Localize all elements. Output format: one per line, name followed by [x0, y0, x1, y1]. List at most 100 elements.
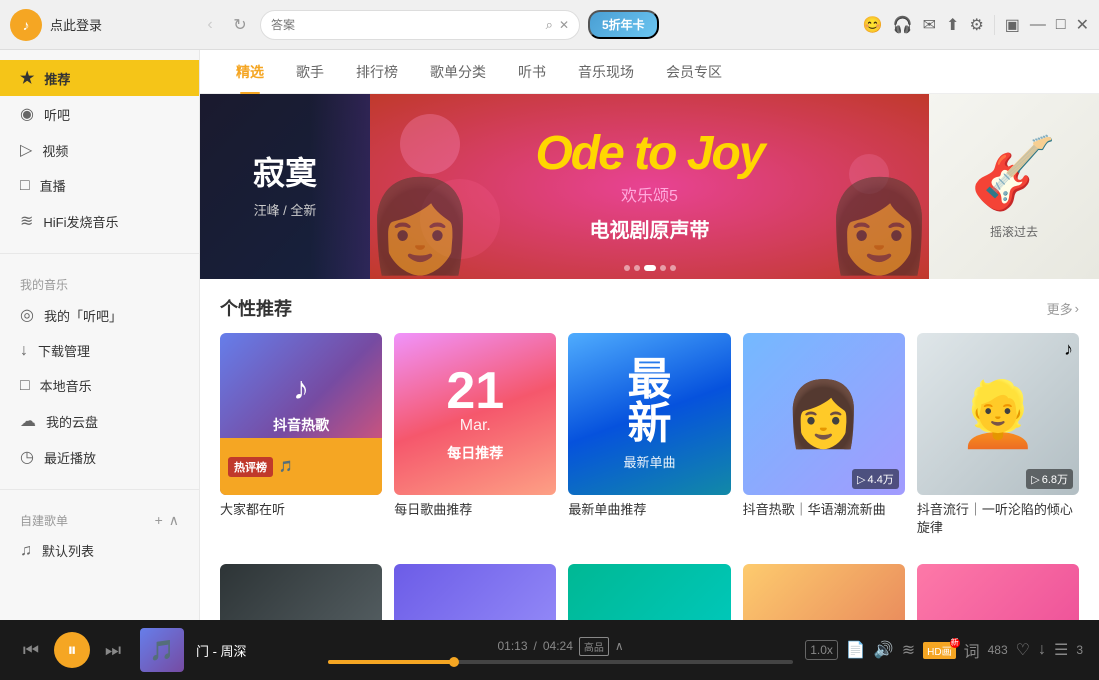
- more-link[interactable]: 更多 ›: [1047, 299, 1079, 318]
- quality-badge[interactable]: 高品: [579, 637, 609, 656]
- scroll-content: 寂寞 汪峰 / 全新 Ode to Joy 欢乐颂5 电视剧原声带: [200, 94, 1099, 620]
- sidebar-item-local[interactable]: □ 本地音乐: [0, 368, 199, 403]
- daily-date: 21: [446, 365, 504, 417]
- mail-icon[interactable]: ✉: [923, 15, 936, 35]
- words-icon[interactable]: 词: [964, 638, 980, 662]
- card-10[interactable]: 🎸: [917, 564, 1079, 620]
- sidebar-item-hifi[interactable]: ≋ HiFi发烧音乐: [0, 203, 199, 239]
- vip-badge[interactable]: 5折年卡: [588, 10, 659, 39]
- search-bar: ⌕ ✕: [260, 10, 580, 40]
- back-button[interactable]: ‹: [198, 13, 222, 37]
- miniplayer-icon[interactable]: ▣: [1005, 15, 1020, 35]
- sidebar-item-video[interactable]: ▷ 视频: [0, 132, 199, 168]
- dot-5: [670, 265, 676, 271]
- playlist-actions: + ∧: [155, 512, 179, 529]
- card-image-5: 👱 ▷ 6.8万 ♪: [917, 333, 1079, 495]
- card-8[interactable]: ▶: [568, 564, 730, 620]
- tab-audiobooks[interactable]: 听书: [502, 50, 562, 94]
- time-info: 01:13 / 04:24 高品 ∧: [328, 637, 793, 656]
- equalizer-icon[interactable]: ≋: [902, 640, 915, 660]
- tab-featured[interactable]: 精选: [220, 50, 280, 94]
- song-info: 门 - 周深: [196, 641, 316, 660]
- minimize-icon[interactable]: —: [1030, 16, 1046, 34]
- song-thumbnail[interactable]: 🎵: [140, 628, 184, 672]
- second-row-section: 🎵 🎶 ▶ 🎤: [200, 548, 1099, 620]
- share-icon[interactable]: ⬆: [946, 15, 959, 35]
- prev-button[interactable]: ⏮: [16, 635, 46, 665]
- play-count-5: ▷ 6.8万: [1026, 469, 1073, 489]
- like-icon[interactable]: ♡: [1016, 640, 1030, 660]
- banner-left-title: 寂寞: [253, 154, 317, 192]
- card-popular[interactable]: 👩 ▷ 4.4万 抖音热歌｜华语潮流新曲: [743, 333, 905, 538]
- download-btn-icon[interactable]: ↓: [1038, 641, 1046, 659]
- list-icon: ♫: [20, 542, 32, 560]
- banner-right-label: 摇滚过去: [990, 223, 1038, 240]
- tab-vip[interactable]: 会员专区: [650, 50, 738, 94]
- close-icon[interactable]: ✕: [1076, 15, 1089, 35]
- sidebar-label-recent: 最近播放: [44, 448, 96, 467]
- main-nav-section: ★ 推荐 ◉ 听吧 ▷ 视频 □ 直播 ≋ HiFi发烧音乐: [0, 50, 199, 249]
- playlist-icon[interactable]: ☰: [1054, 640, 1068, 660]
- headphone-icon[interactable]: 🎧: [893, 15, 913, 35]
- card-7-icon: 🎶: [394, 564, 556, 620]
- video-icon: ▷: [20, 140, 32, 160]
- card-6[interactable]: 🎵: [220, 564, 382, 620]
- card-image-2: 21 Mar. 每日推荐: [394, 333, 556, 495]
- tab-playlists[interactable]: 歌单分类: [414, 50, 502, 94]
- dot-4: [660, 265, 666, 271]
- personal-section: 个性推荐 更多 › ♪ 抖音热歌 一键随心听: [200, 279, 1099, 548]
- banner-right[interactable]: 🎸 摇滚过去: [929, 94, 1099, 279]
- card-new-single[interactable]: 最 新 最新单曲 最新单曲推荐: [568, 333, 730, 538]
- maximize-icon[interactable]: □: [1056, 16, 1066, 34]
- login-text[interactable]: 点此登录: [50, 15, 102, 34]
- top-icons: 😊 🎧 ✉ ⬆ ⚙ ▣ — □ ✕: [863, 15, 1089, 35]
- card-trending[interactable]: 👱 ▷ 6.8万 ♪ 抖音流行｜一听沦陷的倾心旋律: [917, 333, 1079, 538]
- card-9[interactable]: 🎤: [743, 564, 905, 620]
- hifi-badge[interactable]: HD画 新: [923, 642, 955, 659]
- next-button[interactable]: ⏭: [98, 635, 128, 665]
- pause-button[interactable]: ⏸: [54, 632, 90, 668]
- sidebar-label-live: 直播: [40, 176, 66, 195]
- sidebar-item-download[interactable]: ↓ 下载管理: [0, 333, 199, 368]
- settings-icon[interactable]: ⚙: [969, 15, 983, 35]
- tiktok-text: 抖音热歌: [273, 415, 329, 435]
- banner-right-content: 🎸 摇滚过去: [970, 133, 1057, 240]
- sidebar-label-hifi: HiFi发烧音乐: [43, 212, 118, 231]
- card-image-10: 🎸: [917, 564, 1079, 620]
- banner-left[interactable]: 寂寞 汪峰 / 全新: [200, 94, 370, 279]
- dot-3: [644, 265, 656, 271]
- sidebar-item-live[interactable]: □ 直播: [0, 168, 199, 203]
- tab-live[interactable]: 音乐现场: [562, 50, 650, 94]
- sidebar-item-podcast[interactable]: ◉ 听吧: [0, 96, 199, 132]
- banner-center[interactable]: Ode to Joy 欢乐颂5 电视剧原声带 👩 👩: [370, 94, 929, 279]
- user-icon[interactable]: 😊: [863, 15, 883, 35]
- add-playlist-icon[interactable]: +: [155, 512, 163, 529]
- search-input[interactable]: [271, 18, 540, 32]
- card-label-5: 抖音流行｜一听沦陷的倾心旋律: [917, 501, 1079, 537]
- sidebar-item-recent[interactable]: ◷ 最近播放: [0, 439, 199, 475]
- sidebar-item-default-list[interactable]: ♫ 默认列表: [0, 533, 199, 568]
- clear-icon[interactable]: ✕: [559, 18, 569, 32]
- tab-charts[interactable]: 排行榜: [340, 50, 414, 94]
- card-7[interactable]: 🎶: [394, 564, 556, 620]
- collapse-playlist-icon[interactable]: ∧: [169, 512, 179, 529]
- lyrics-icon[interactable]: 📄: [846, 640, 866, 660]
- sidebar-item-recommend[interactable]: ★ 推荐: [0, 60, 199, 96]
- volume-icon[interactable]: 🔊: [874, 640, 894, 660]
- sidebar-item-my-podcast[interactable]: ◎ 我的「听吧」: [0, 297, 199, 333]
- card-image-7: 🎶: [394, 564, 556, 620]
- card-tiktok-hot[interactable]: ♪ 抖音热歌 一键随心听 热评榜 🎵 大家都在听: [220, 333, 382, 538]
- refresh-button[interactable]: ↻: [228, 13, 252, 37]
- sidebar-label-podcast: 听吧: [44, 105, 70, 124]
- card-image-1: ♪ 抖音热歌 一键随心听 热评榜 🎵: [220, 333, 382, 495]
- sidebar-item-cloud[interactable]: ☁ 我的云盘: [0, 403, 199, 439]
- tab-artists[interactable]: 歌手: [280, 50, 340, 94]
- card-daily[interactable]: 21 Mar. 每日推荐 每日歌曲推荐: [394, 333, 556, 538]
- progress-bar[interactable]: [328, 660, 793, 664]
- card-6-icon: 🎵: [220, 564, 382, 620]
- card-8-icon: ▶: [568, 564, 730, 620]
- speed-button[interactable]: 1.0x: [805, 640, 838, 660]
- playlist-section: 自建歌单 + ∧ ♫ 默认列表: [0, 494, 199, 578]
- card-label-3: 最新单曲推荐: [568, 501, 730, 519]
- sidebar-label-default-list: 默认列表: [42, 541, 94, 560]
